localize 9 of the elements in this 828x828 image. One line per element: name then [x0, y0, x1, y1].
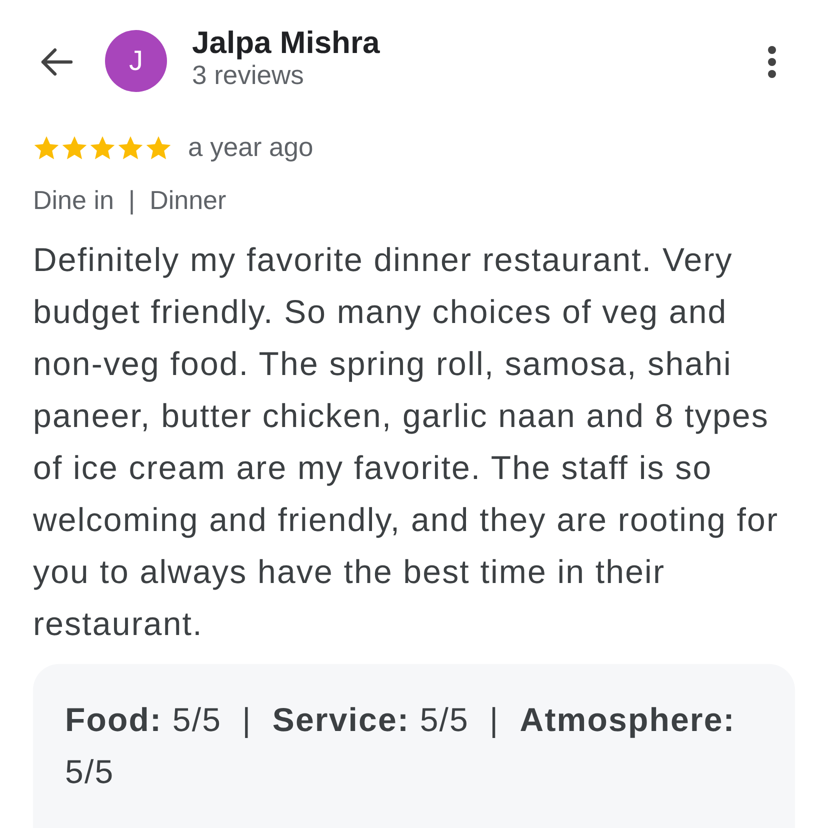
back-button[interactable] — [39, 47, 73, 77]
more-menu-icon[interactable] — [767, 45, 777, 79]
review-text: Definitely my favorite dinner restaurant. Very budget friendly. So many choices of veg and non-veg food. The spring roll, samosa, shahi paneer, butter chicken, garlic naan and 8 types of ice cream are my favorite. The staff is so welcoming and friendly, and they are rooting for you to always have the best time in their restaurant. — [33, 240, 780, 644]
review-count: 3 reviews — [192, 60, 305, 90]
review-time: a year ago — [188, 132, 314, 163]
reviewer-name: Jalpa Mishra — [192, 26, 381, 60]
avatar: J — [105, 30, 167, 92]
ratings-text: Food: 5/5 | Service: 5/5 | Atmosphere: 5/5 — [65, 700, 736, 792]
visit-tags: Dine in | Dinner — [33, 185, 828, 216]
